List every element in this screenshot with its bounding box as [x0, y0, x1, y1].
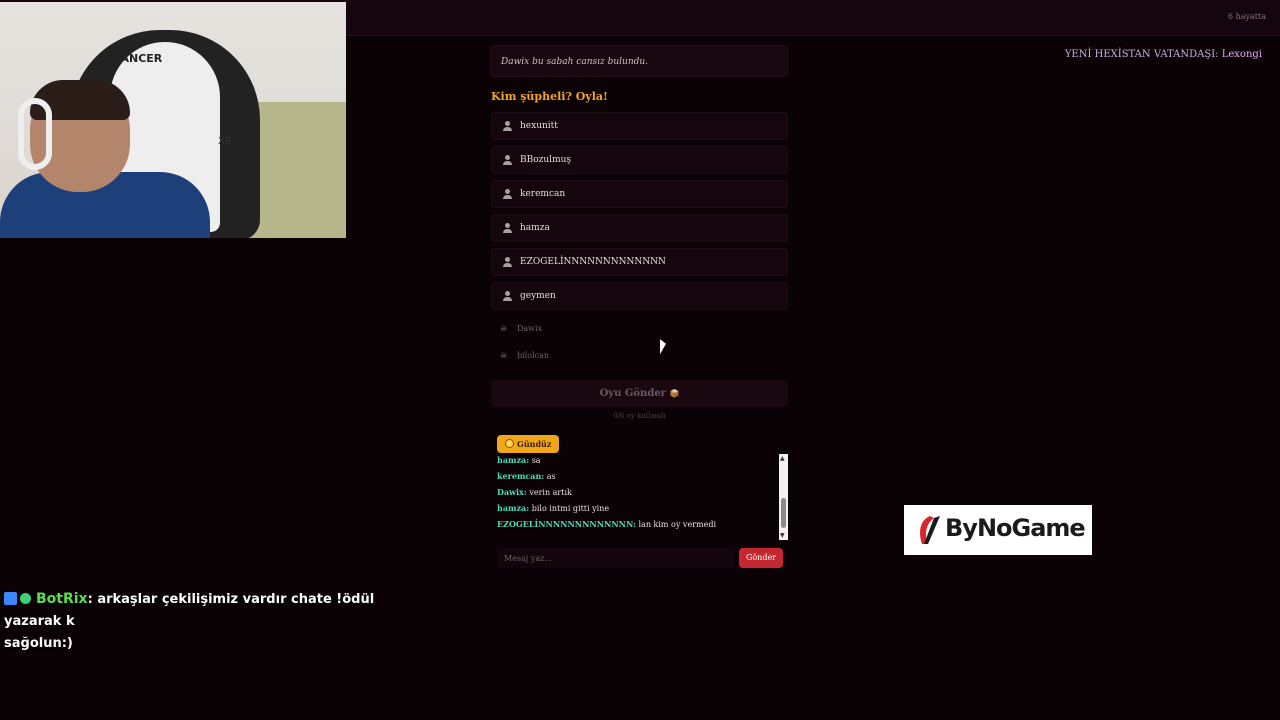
person-icon	[503, 257, 512, 267]
box-icon: 📦	[669, 388, 680, 398]
sponsor-name: ByNoGame	[945, 514, 1086, 542]
player-name: EZOGELİNNNNNNNNNNNNN	[520, 257, 666, 267]
chat-message: hamza: sa	[497, 452, 777, 468]
chair-brand-label: RANCER	[112, 52, 163, 65]
chair-model-label: XR	[218, 136, 232, 147]
dead-player-name: Dawix	[517, 324, 543, 333]
sponsor-banner: ByNoGame	[904, 505, 1092, 555]
submit-vote-button[interactable]: Oyu Gönder 📦	[491, 380, 788, 407]
dead-player-name: bilolcan	[517, 351, 550, 360]
submit-vote-label: Oyu Gönder	[599, 388, 666, 399]
player-name: keremcan	[520, 189, 566, 199]
alive-count: 6 hayatta	[1227, 12, 1266, 21]
webcam-feed: RANCER XR	[0, 2, 346, 238]
player-name: hamza	[520, 223, 550, 233]
chat-scrollbar[interactable]: ▲ ▼	[779, 454, 788, 540]
person-icon	[503, 223, 512, 233]
verified-check-icon	[20, 593, 31, 604]
chat-text: as	[546, 472, 556, 481]
chat-message-input[interactable]	[497, 548, 735, 568]
announcement-name: Lexongi	[1221, 49, 1262, 60]
player-name: hexunitt	[520, 121, 558, 131]
vote-title: Kim şüpheli? Oyla!	[491, 90, 608, 103]
send-button[interactable]: Gönder	[739, 548, 783, 568]
chat-message-continued: sağolun:)	[4, 636, 73, 651]
chat-username: BotRix	[36, 591, 88, 607]
chat-message: Dawix: verin artık	[497, 484, 777, 500]
chat-text: bilo intmi gitti yine	[531, 504, 610, 513]
chat-user: EZOGELİNNNNNNNNNNNNN:	[497, 519, 636, 529]
phase-label: Gündüz	[517, 439, 552, 449]
person-icon	[503, 121, 512, 131]
scroll-thumb[interactable]	[781, 498, 786, 528]
scroll-up-arrow-icon[interactable]: ▲	[780, 455, 785, 462]
player-option[interactable]: hexunitt	[491, 112, 788, 140]
mouse-cursor-icon	[660, 339, 666, 356]
day-phase-badge: Gündüz	[497, 435, 560, 453]
chat-text: verin artık	[529, 488, 572, 497]
chat-message: keremcan: as	[497, 468, 777, 484]
person-icon	[503, 189, 512, 199]
skull-icon: ☠	[500, 324, 508, 333]
skull-icon: ☠	[500, 351, 508, 360]
chat-user: keremcan:	[497, 471, 545, 481]
bynogame-logo-icon	[920, 516, 940, 544]
stream-chat-overlay: BotRix: arkaşlar çekilişimiz vardır chat…	[4, 588, 434, 655]
votes-used-count: 0/6 oy kullandı	[613, 412, 666, 420]
player-option[interactable]: geymen	[491, 282, 788, 310]
chat-user: hamza:	[497, 503, 530, 513]
chat-text: lan kim oy vermedi	[638, 520, 716, 529]
chat-message: EZOGELİNNNNNNNNNNNNN: lan kim oy vermedi	[497, 516, 777, 532]
player-option[interactable]: hamza	[491, 214, 788, 242]
person-icon	[503, 291, 512, 301]
player-option[interactable]: BBozulmuş	[491, 146, 788, 174]
player-name: BBozulmuş	[520, 155, 572, 165]
dead-player: ☠ Dawix	[500, 324, 542, 333]
chat-user: Dawix:	[497, 487, 527, 497]
person-icon	[503, 155, 512, 165]
new-citizen-announcement: YENİ HEXİSTAN VATANDAŞI: Lexongi	[1065, 49, 1262, 60]
dead-player: ☠ bilolcan	[500, 351, 549, 360]
announcement-prefix: YENİ HEXİSTAN VATANDAŞI:	[1064, 49, 1219, 60]
scroll-down-arrow-icon[interactable]: ▼	[780, 532, 785, 539]
player-option[interactable]: keremcan	[491, 180, 788, 208]
player-name: geymen	[520, 291, 556, 301]
chat-user: hamza:	[497, 455, 530, 465]
chat-text: sa	[531, 456, 541, 465]
chat-message: hamza: bilo intmi gitti yine	[497, 500, 777, 516]
headset	[18, 98, 52, 170]
bot-badge-icon	[4, 592, 17, 605]
sun-icon	[505, 439, 514, 448]
event-message: Dawix bu sabah cansız bulundu.	[490, 45, 788, 77]
game-chat-log: hamza: sa keremcan: as Dawix: verin artı…	[497, 452, 777, 532]
player-option[interactable]: EZOGELİNNNNNNNNNNNNN	[491, 248, 788, 276]
